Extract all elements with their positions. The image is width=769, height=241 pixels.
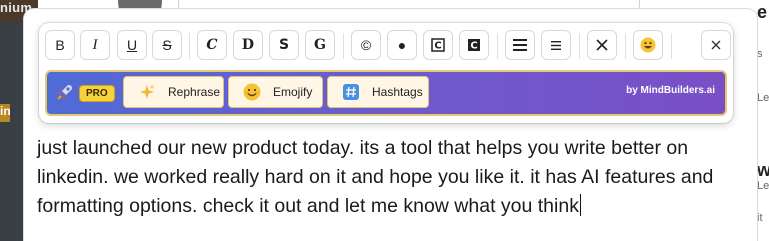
italic-button[interactable]: I [80,30,110,60]
svg-text:C: C [434,41,441,52]
emojify-button[interactable]: Emojify [228,76,323,108]
toolbar-divider [189,33,190,59]
toolbar-divider [497,33,498,59]
background-fragment: Le [757,92,769,104]
svg-text:C: C [470,41,477,52]
negative-squared-letters-button[interactable]: C [459,30,489,60]
clear-format-button[interactable] [587,30,617,60]
toolbar-divider [625,33,626,59]
background-fragment: e [757,2,768,22]
filled-circle-button[interactable]: ● [387,30,417,60]
sans-bold-font-button[interactable]: S [269,30,299,60]
strikethrough-button[interactable]: S [152,30,182,60]
numbered-list-button[interactable] [541,30,571,60]
toolbar-divider [671,33,672,59]
background-fragment: it [757,212,763,224]
hashtags-button[interactable]: Hashtags [327,76,429,108]
formatting-toolbar: B I U S C D S G © ● C C PRO Rephrase Emo… [39,23,733,123]
pro-badge: PRO [79,85,115,102]
text-caret [579,194,581,216]
circled-letters-button[interactable]: © [351,30,381,60]
rocket-icon [57,85,72,100]
close-toolbar-button[interactable] [701,30,731,60]
background-right-column: e s Le w Le it [757,0,769,241]
bullet-list-button[interactable] [505,30,535,60]
background-fragment: s [757,48,763,60]
formatting-button-row: B I U S C D S G © ● C C [45,30,731,64]
background-fragment: Le [757,180,769,192]
squared-letters-button[interactable]: C [423,30,453,60]
credit-label: by MindBuilders.ai [626,85,715,96]
smile-icon [243,83,261,101]
hashtags-label: Hashtags [372,85,423,99]
bold-button[interactable]: B [45,30,75,60]
negative-squared-c-icon: C [468,39,480,52]
background-tag-label: in [0,104,11,118]
close-icon [596,39,608,51]
post-editor[interactable]: just launched our new product today. its… [37,134,747,221]
toolbar-divider [579,33,580,59]
emojify-label: Emojify [273,85,313,99]
bullet-list-icon [513,39,527,51]
gothic-font-button[interactable]: G [305,30,335,60]
squared-c-icon: C [431,38,445,52]
close-icon [711,40,721,50]
numbered-list-icon [551,40,561,50]
background-fragment: w [757,160,769,180]
toolbar-divider [343,33,344,59]
script-font-button[interactable]: C [197,30,227,60]
emoji-picker-button[interactable] [633,30,663,60]
hash-icon [342,83,360,101]
sparkles-icon [138,83,156,101]
emoji-icon [640,37,656,53]
post-text: just launched our new product today. its… [37,137,714,217]
ai-tools-bar: PRO Rephrase Emojify Hashtags by MindBui… [45,70,727,116]
rephrase-label: Rephrase [168,85,221,99]
rephrase-button[interactable]: Rephrase [123,76,224,108]
double-struck-font-button[interactable]: D [233,30,263,60]
underline-button[interactable]: U [117,30,147,60]
